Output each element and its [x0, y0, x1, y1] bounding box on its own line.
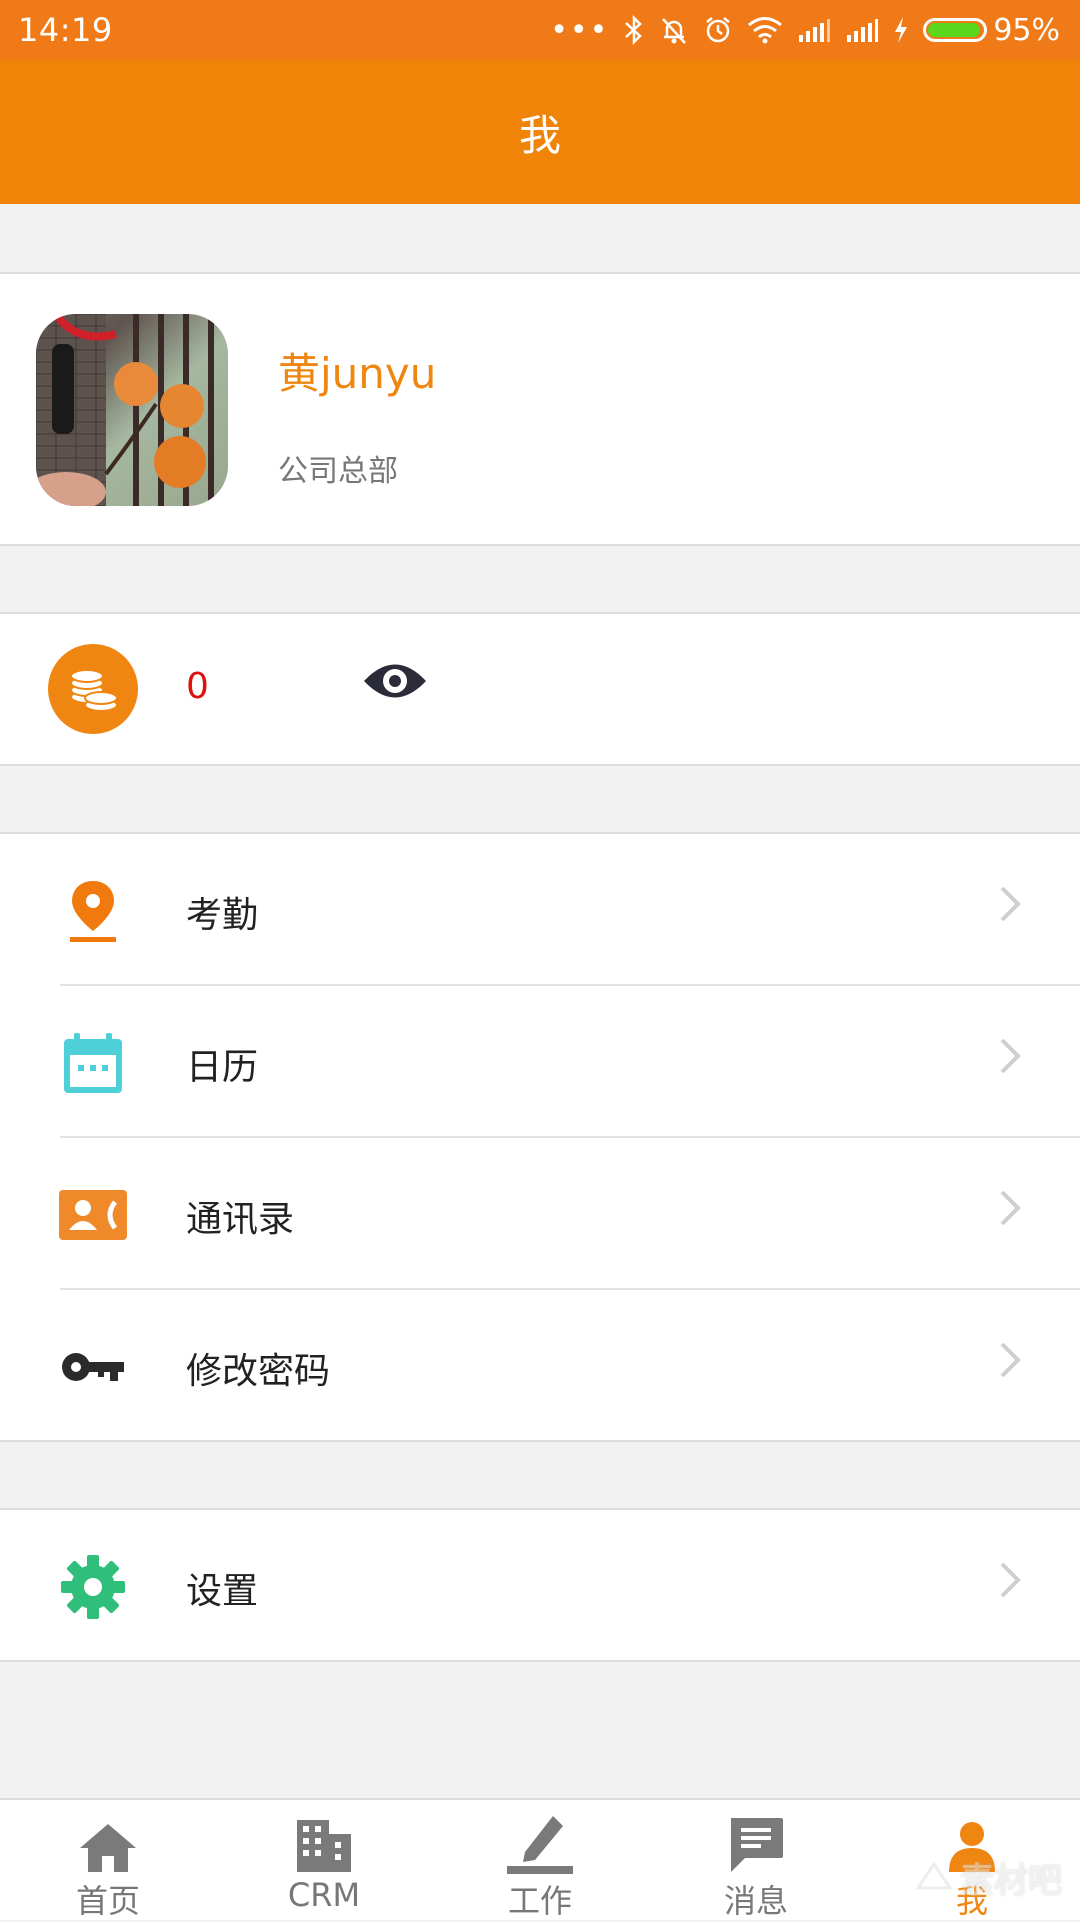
profile-name: 黄junyu — [278, 349, 437, 398]
tab-label: 首页 — [75, 1882, 140, 1920]
menu-item-label: 通讯录 — [186, 1199, 295, 1240]
signal-1-icon — [799, 19, 831, 42]
avatar[interactable] — [36, 314, 228, 506]
charging-bolt-icon — [895, 17, 908, 43]
bell-muted-icon — [662, 18, 687, 44]
status-bar: 14:19 ••• 95% — [0, 0, 1080, 60]
settings-label: 设置 — [186, 1571, 259, 1612]
page-title: 我 — [518, 110, 561, 160]
alarm-icon — [706, 17, 731, 43]
status-time: 14:19 — [18, 11, 113, 49]
calendar-icon — [58, 1028, 128, 1098]
watermark: 素材吧 — [914, 1853, 1062, 1902]
chevron-right-icon — [1000, 1342, 1021, 1378]
watermark-logo-icon — [915, 1860, 953, 1889]
menu-item-label: 考勤 — [186, 895, 259, 936]
tab-label: CRM — [287, 1876, 361, 1914]
signal-2-icon — [847, 19, 879, 42]
key-icon — [58, 1332, 128, 1402]
menu-item-calendar[interactable]: 日历 — [0, 986, 1080, 1138]
location-pin-icon — [58, 876, 128, 946]
coins-icon — [48, 644, 138, 734]
points-card: 0 — [0, 612, 1080, 766]
bottom-tab-bar: 首页 CRM 工作 消息 我 素材吧 — [0, 1798, 1080, 1920]
watermark-text: 素材吧 — [960, 1861, 1062, 1901]
menu-item-attendance[interactable]: 考勤 — [0, 834, 1080, 986]
home-icon — [78, 1810, 138, 1874]
tab-label: 工作 — [507, 1882, 572, 1920]
battery-percent: 95% — [993, 12, 1060, 48]
avatar-photo — [36, 314, 214, 506]
status-icons: ••• 95% — [550, 13, 1060, 48]
page-header: 我 — [0, 60, 1080, 204]
chevron-right-icon — [1000, 886, 1021, 922]
bluetooth-icon — [625, 15, 643, 45]
menu-item-change-password[interactable]: 修改密码 — [0, 1290, 1080, 1442]
pencil-icon — [505, 1810, 575, 1874]
more-notifications-icon: ••• — [550, 12, 610, 48]
tab-home[interactable]: 首页 — [33, 1810, 183, 1922]
contacts-card-icon — [58, 1180, 128, 1250]
wifi-icon — [748, 17, 783, 44]
building-icon — [295, 1810, 353, 1874]
profile-card[interactable]: 黄junyu 公司总部 — [0, 272, 1080, 546]
battery-icon — [923, 18, 988, 42]
points-value: 0 — [186, 666, 209, 707]
tab-messages[interactable]: 消息 — [681, 1810, 831, 1922]
chevron-right-icon — [1000, 1038, 1021, 1074]
menu-item-label: 修改密码 — [186, 1351, 331, 1392]
chevron-right-icon — [1000, 1190, 1021, 1226]
gear-icon — [58, 1552, 128, 1622]
menu-item-contacts[interactable]: 通讯录 — [0, 1138, 1080, 1290]
chevron-right-icon — [1000, 1562, 1021, 1598]
settings-card: 设置 — [0, 1508, 1080, 1662]
message-icon — [727, 1810, 785, 1874]
menu-item-label: 日历 — [186, 1047, 259, 1088]
tab-crm[interactable]: CRM — [249, 1810, 399, 1922]
menu-item-settings[interactable]: 设置 — [0, 1510, 1080, 1662]
profile-department: 公司总部 — [278, 454, 398, 489]
menu-list: 考勤 日历 通讯录 修改密码 — [0, 832, 1080, 1442]
battery-indicator: 95% — [923, 13, 1060, 48]
tab-label: 消息 — [723, 1882, 788, 1920]
tab-work[interactable]: 工作 — [465, 1810, 615, 1922]
eye-icon[interactable] — [362, 658, 428, 704]
